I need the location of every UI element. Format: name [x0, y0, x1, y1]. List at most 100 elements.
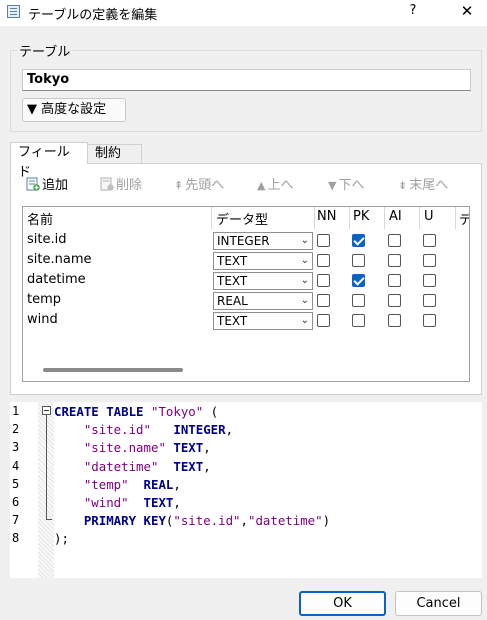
sql-identifier: "site.name" — [83, 440, 166, 456]
field-name-cell[interactable]: datetime — [27, 272, 86, 287]
line-number: 1 — [12, 404, 20, 418]
field-name-cell[interactable]: temp — [27, 292, 61, 307]
u-checkbox[interactable] — [423, 314, 436, 327]
ai-checkbox[interactable] — [388, 254, 401, 267]
chevron-down-icon: ⌄ — [300, 255, 309, 266]
tab-fields[interactable]: フィールド — [10, 142, 88, 180]
field-name-cell[interactable]: wind — [27, 312, 58, 327]
advanced-settings-button[interactable]: ▼ 高度な設定 — [22, 98, 126, 122]
chevron-down-icon: ⌄ — [300, 315, 309, 326]
line-number: 6 — [12, 495, 20, 509]
table-name-input[interactable]: Tokyo — [22, 69, 471, 91]
pk-checkbox[interactable] — [352, 274, 365, 287]
sql-punctuation: , — [203, 458, 211, 474]
add-field-button[interactable]: 追加 — [26, 176, 68, 196]
add-icon — [26, 176, 40, 196]
sql-punctuation: , — [173, 495, 181, 510]
sql-punctuation — [54, 440, 84, 455]
horizontal-scrollbar[interactable] — [43, 368, 183, 372]
sql-punctuation — [54, 477, 84, 492]
sql-punctuation — [129, 477, 144, 492]
field-type-select[interactable]: TEXT ⌄ — [213, 252, 313, 270]
window-title: テーブルの定義を編集 — [28, 8, 158, 23]
nn-checkbox[interactable] — [317, 314, 330, 327]
move-top-button[interactable]: ⇞ 先頭へ — [174, 176, 224, 196]
tab-constraints[interactable]: 制約 — [88, 144, 142, 163]
fold-collapse-icon[interactable] — [42, 406, 51, 415]
ok-button[interactable]: OK — [299, 591, 386, 616]
move-bottom-label: 末尾へ — [409, 178, 449, 193]
code-line: "datetime" TEXT, — [54, 459, 211, 474]
sql-punctuation — [54, 459, 84, 474]
column-header-unique[interactable]: U — [424, 209, 434, 224]
field-type-select[interactable]: INTEGER ⌄ — [213, 232, 313, 250]
ai-checkbox[interactable] — [388, 294, 401, 307]
move-down-label: 下へ — [338, 178, 365, 193]
code-line: PRIMARY KEY("site.id","datetime") — [54, 513, 330, 528]
sql-punctuation — [158, 459, 173, 474]
field-type-select[interactable]: REAL ⌄ — [213, 292, 313, 310]
u-checkbox[interactable] — [423, 254, 436, 267]
sql-identifier: "site.id" — [83, 422, 151, 438]
u-checkbox[interactable] — [423, 294, 436, 307]
nn-checkbox[interactable] — [317, 294, 330, 307]
code-line: "wind" TEXT, — [54, 495, 181, 510]
nn-checkbox[interactable] — [317, 274, 330, 287]
pk-checkbox[interactable] — [352, 234, 365, 247]
pk-checkbox[interactable] — [352, 254, 365, 267]
move-bottom-button[interactable]: ⇟ 末尾へ — [398, 176, 448, 196]
code-line: "site.name" TEXT, — [54, 440, 211, 455]
field-type-value: TEXT — [217, 254, 248, 268]
code-line: "site.id" INTEGER, — [54, 422, 233, 437]
field-name-cell[interactable]: site.id — [27, 232, 66, 247]
move-up-label: 上へ — [267, 178, 294, 193]
column-header-nn[interactable]: NN — [317, 209, 336, 224]
column-header-pk[interactable]: PK — [353, 209, 369, 224]
nn-checkbox[interactable] — [317, 234, 330, 247]
chevron-down-icon: ⌄ — [300, 275, 309, 286]
field-type-select[interactable]: TEXT ⌄ — [213, 272, 313, 290]
triangle-down-icon: ▼ — [27, 102, 37, 117]
sql-identifier: "site.id" — [173, 513, 241, 529]
column-header-type[interactable]: データ型 — [216, 209, 268, 228]
column-header-ai[interactable]: AI — [389, 209, 402, 224]
sql-identifier: "Tokyo" — [150, 404, 204, 419]
u-checkbox[interactable] — [423, 234, 436, 247]
field-name-cell[interactable]: site.name — [27, 252, 91, 267]
help-button[interactable]: ? — [406, 3, 420, 18]
line-number: 4 — [12, 458, 20, 473]
sql-punctuation — [54, 422, 84, 437]
add-field-label: 追加 — [42, 178, 69, 193]
u-checkbox[interactable] — [423, 274, 436, 287]
cancel-button[interactable]: Cancel — [395, 591, 482, 616]
delete-icon — [100, 176, 114, 196]
field-type-value: INTEGER — [217, 234, 270, 248]
sql-identifier: "datetime" — [247, 513, 323, 529]
field-type-select[interactable]: TEXT ⌄ — [213, 312, 313, 330]
delete-field-button[interactable]: 削除 — [100, 176, 142, 196]
nn-checkbox[interactable] — [317, 254, 330, 267]
move-down-button[interactable]: ▼ 下へ — [328, 176, 364, 196]
sql-punctuation: ) — [322, 513, 331, 529]
column-header-default[interactable]: デ — [459, 209, 469, 228]
pk-checkbox[interactable] — [352, 314, 365, 327]
sql-punctuation — [129, 495, 144, 510]
chevron-down-icon: ⌄ — [300, 295, 309, 306]
table-icon — [7, 5, 20, 18]
column-header-name[interactable]: 名前 — [27, 209, 53, 228]
fields-grid: 名前 データ型 NN PK AI U デ site.id INTEGER ⌄ site… — [22, 206, 470, 382]
advanced-settings-label: 高度な設定 — [41, 102, 107, 117]
ai-checkbox[interactable] — [388, 314, 401, 327]
sql-punctuation: ( — [203, 404, 219, 419]
close-button[interactable]: ✕ — [458, 2, 476, 20]
pk-checkbox[interactable] — [352, 294, 365, 307]
move-up-button[interactable]: ▲ 上へ — [257, 176, 293, 196]
chevron-down-icon: ⌄ — [300, 235, 309, 246]
fold-guide-end — [46, 519, 52, 520]
sql-preview-editor[interactable]: 1 2 3 4 5 6 7 8 CREATE TABLE "Tokyo" ( "site.id… — [10, 402, 482, 578]
ai-checkbox[interactable] — [388, 274, 401, 287]
sql-identifier: "wind" — [83, 495, 129, 510]
code-line: ); — [54, 531, 69, 546]
arrow-up-icon: ▲ — [257, 179, 266, 192]
ai-checkbox[interactable] — [388, 234, 401, 247]
